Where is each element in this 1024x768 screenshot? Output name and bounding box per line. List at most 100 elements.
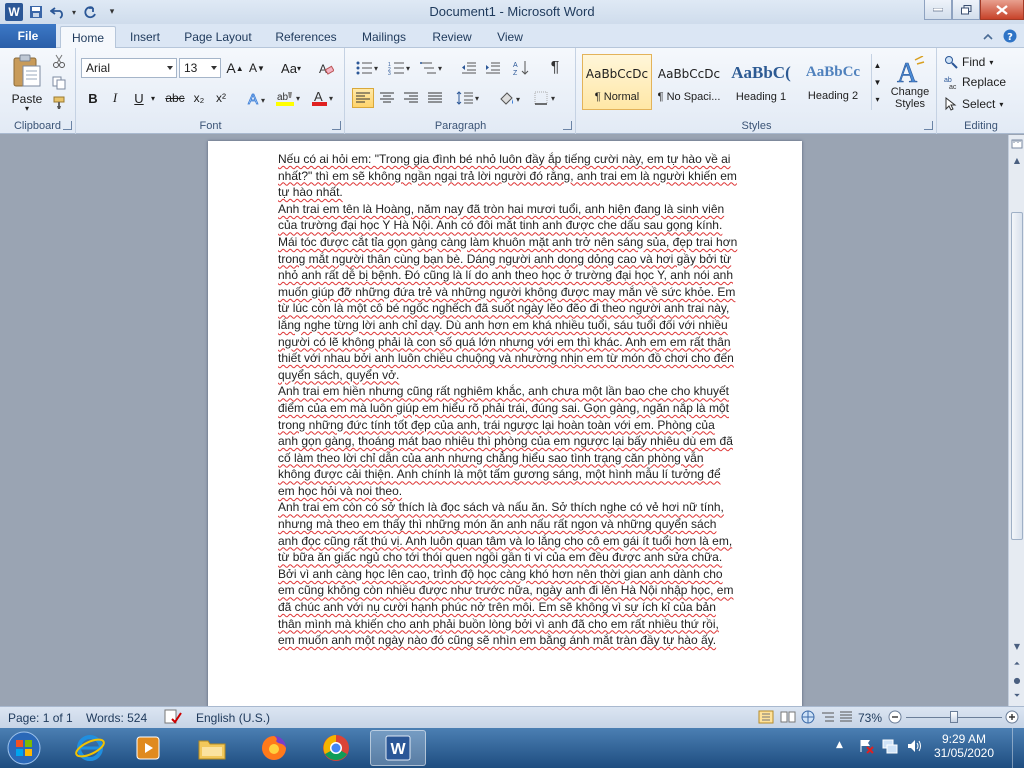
select-browse-object-icon[interactable]: ●	[1010, 673, 1024, 687]
document-page[interactable]: Nếu có ai hỏi em: "Trong gia đình bé nhỏ…	[208, 141, 802, 706]
styles-scroll[interactable]: ▲ ▼ ▾	[871, 54, 883, 110]
copy-icon[interactable]	[50, 74, 68, 92]
cut-icon[interactable]	[50, 52, 68, 70]
save-icon[interactable]	[26, 2, 46, 22]
align-right-icon[interactable]	[400, 88, 422, 108]
word-taskbar-icon[interactable]: W	[370, 730, 426, 766]
tab-home[interactable]: Home	[60, 26, 116, 49]
sort-icon[interactable]: AZ	[510, 58, 532, 78]
superscript-button[interactable]: x²	[211, 88, 231, 108]
close-button[interactable]	[980, 0, 1024, 20]
media-player-icon[interactable]	[120, 730, 176, 766]
styles-more-icon[interactable]: ▾	[875, 95, 879, 104]
zoom-out-icon[interactable]	[888, 710, 902, 727]
show-hidden-icons[interactable]: ▲	[836, 740, 843, 750]
proofing-icon[interactable]	[164, 709, 182, 728]
highlight-button[interactable]: ab ▾	[273, 88, 305, 108]
paragraph-launcher-icon[interactable]	[563, 121, 572, 130]
tab-file[interactable]: File	[0, 24, 56, 48]
zoom-slider-thumb[interactable]	[950, 711, 958, 723]
shrink-font-button[interactable]: A ▼	[247, 58, 267, 78]
shading-button[interactable]: ▾	[496, 88, 526, 108]
underline-dropdown-icon[interactable]: ▾	[149, 88, 157, 108]
italic-button[interactable]: I	[105, 88, 125, 108]
font-launcher-icon[interactable]	[332, 121, 341, 130]
grow-font-button[interactable]: A ▲	[225, 58, 245, 78]
increase-indent-icon[interactable]	[482, 58, 504, 78]
web-layout-icon[interactable]	[800, 710, 816, 727]
file-explorer-icon[interactable]	[184, 730, 240, 766]
style-normal[interactable]: AaBbCcDc ¶ Normal	[582, 54, 652, 110]
volume-icon[interactable]	[906, 738, 922, 757]
underline-button[interactable]: U	[129, 88, 149, 108]
network-icon[interactable]	[882, 738, 898, 757]
previous-page-icon[interactable]: ⏶	[1010, 657, 1024, 671]
scroll-thumb[interactable]	[1011, 212, 1023, 540]
bold-button[interactable]: B	[83, 88, 103, 108]
full-screen-reading-icon[interactable]	[780, 710, 796, 727]
subscript-button[interactable]: x₂	[189, 88, 209, 108]
borders-button[interactable]: ▾	[532, 88, 562, 108]
zoom-level[interactable]: 73%	[858, 711, 882, 725]
restore-button[interactable]	[952, 0, 980, 20]
show-hide-icon[interactable]: ¶	[544, 58, 566, 78]
language[interactable]: English (U.S.)	[196, 711, 270, 725]
format-painter-icon[interactable]	[50, 94, 68, 112]
taskbar-clock[interactable]: 9:29 AM 31/05/2020	[934, 732, 994, 760]
paragraph-3[interactable]: Anh trai em hiền nhưng cũng rất nghiêm k…	[278, 383, 738, 499]
undo-dropdown-icon[interactable]: ▾	[70, 2, 78, 22]
paragraph-4[interactable]: Anh trai em còn có sở thích là đọc sách …	[278, 499, 738, 648]
change-styles-button[interactable]: A Change Styles	[887, 52, 933, 114]
numbering-button[interactable]: 1 2 3 ▾	[386, 58, 414, 78]
customize-toolbar-icon[interactable]: ▾	[102, 2, 122, 22]
scroll-down-icon[interactable]: ▼	[1010, 639, 1024, 653]
scroll-up-icon[interactable]: ▲	[1010, 153, 1024, 167]
draft-icon[interactable]	[838, 710, 854, 727]
undo-icon[interactable]	[48, 2, 68, 22]
page-count[interactable]: Page: 1 of 1	[8, 711, 73, 725]
vertical-scrollbar[interactable]: ▲ ▼ ⏶ ● ⏷	[1008, 135, 1024, 706]
line-spacing-button[interactable]: ▾	[454, 88, 484, 108]
document-body[interactable]: Nếu có ai hỏi em: "Trong gia đình bé nhỏ…	[278, 151, 738, 649]
zoom-in-icon[interactable]	[1005, 710, 1019, 727]
minimize-button[interactable]	[924, 0, 952, 20]
tab-page-layout[interactable]: Page Layout	[180, 26, 256, 48]
paragraph-1[interactable]: Nếu có ai hỏi em: "Trong gia đình bé nhỏ…	[278, 151, 738, 201]
decrease-indent-icon[interactable]	[458, 58, 480, 78]
replace-button[interactable]: ab ac Replace	[944, 72, 1022, 92]
zoom-slider[interactable]	[906, 711, 1002, 723]
minimize-ribbon-icon[interactable]	[980, 28, 996, 44]
firefox-icon[interactable]	[246, 730, 302, 766]
font-color-button[interactable]: A ▾	[309, 88, 337, 108]
start-button[interactable]	[2, 730, 46, 766]
style-heading-2[interactable]: AaBbCc Heading 2	[798, 54, 868, 110]
print-layout-icon[interactable]	[758, 710, 774, 727]
redo-icon[interactable]	[80, 2, 100, 22]
text-effects-button[interactable]: A ▾	[243, 88, 271, 108]
multilevel-list-button[interactable]: ▾	[418, 58, 446, 78]
font-name-dropdown[interactable]: Arial	[81, 58, 177, 78]
strikethrough-button[interactable]: abc	[163, 88, 187, 108]
internet-explorer-icon[interactable]	[62, 730, 118, 766]
action-center-icon[interactable]	[858, 738, 874, 757]
find-button[interactable]: Find ▾	[944, 52, 1022, 72]
style-heading-1[interactable]: AaBbC( Heading 1	[726, 54, 796, 110]
word-app-icon[interactable]: W	[4, 2, 24, 22]
paste-button[interactable]: Paste ▾	[8, 52, 46, 114]
clipboard-launcher-icon[interactable]	[63, 121, 72, 130]
clear-formatting-icon[interactable]: A	[315, 58, 337, 78]
chrome-icon[interactable]	[308, 730, 364, 766]
styles-down-icon[interactable]: ▼	[874, 78, 882, 87]
tab-review[interactable]: Review	[426, 26, 478, 48]
outline-icon[interactable]	[820, 710, 836, 727]
change-case-button[interactable]: Aa ▾	[277, 58, 305, 78]
styles-up-icon[interactable]: ▲	[874, 61, 882, 70]
paragraph-2[interactable]: Anh trai em tên là Hoàng, năm nay đã trò…	[278, 201, 738, 384]
style-no-spacing[interactable]: AaBbCcDc ¶ No Spaci...	[654, 54, 724, 110]
tab-references[interactable]: References	[270, 26, 342, 48]
align-center-icon[interactable]	[376, 88, 398, 108]
styles-launcher-icon[interactable]	[924, 121, 933, 130]
tab-mailings[interactable]: Mailings	[354, 26, 414, 48]
help-icon[interactable]: ?	[1002, 28, 1018, 44]
bullets-button[interactable]: ▾	[354, 58, 382, 78]
